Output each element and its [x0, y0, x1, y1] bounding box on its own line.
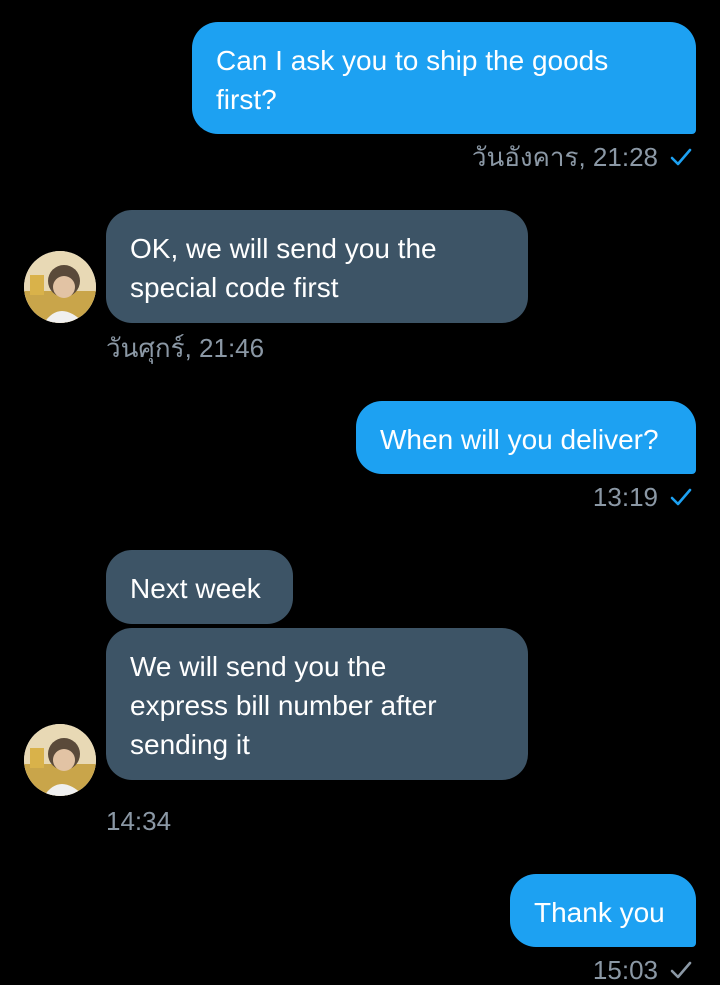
check-icon	[670, 148, 692, 166]
contact-avatar[interactable]	[24, 251, 96, 323]
incoming-message-bubble[interactable]: We will send you the express bill number…	[106, 628, 528, 780]
check-icon	[670, 961, 692, 979]
timestamp-text: 14:34	[106, 806, 172, 836]
timestamp-text: 13:19	[592, 482, 658, 512]
incoming-message-bubble[interactable]: Next week	[106, 550, 293, 624]
timestamp-text: วันศุกร์, 21:46	[106, 333, 265, 363]
outgoing-message-bubble[interactable]: When will you deliver?	[356, 401, 696, 474]
avatar-image	[24, 251, 96, 323]
timestamp-text: 15:03	[592, 955, 658, 985]
avatar-image	[24, 724, 96, 796]
outgoing-message-bubble[interactable]: Thank you	[510, 874, 696, 947]
incoming-message-bubble[interactable]: OK, we will send you the special code fi…	[106, 210, 528, 323]
contact-avatar[interactable]	[24, 724, 96, 796]
message-timestamp: วันศุกร์, 21:46	[106, 333, 264, 363]
timestamp-text: วันอังคาร, 21:28	[471, 142, 658, 172]
outgoing-message-bubble[interactable]: Can I ask you to ship the goods first?	[192, 22, 696, 134]
message-timestamp: 13:19	[593, 482, 692, 512]
check-icon	[670, 488, 692, 506]
message-timestamp: 15:03	[593, 955, 692, 985]
message-timestamp: 14:34	[106, 806, 171, 836]
message-timestamp: วันอังคาร, 21:28	[472, 142, 692, 172]
